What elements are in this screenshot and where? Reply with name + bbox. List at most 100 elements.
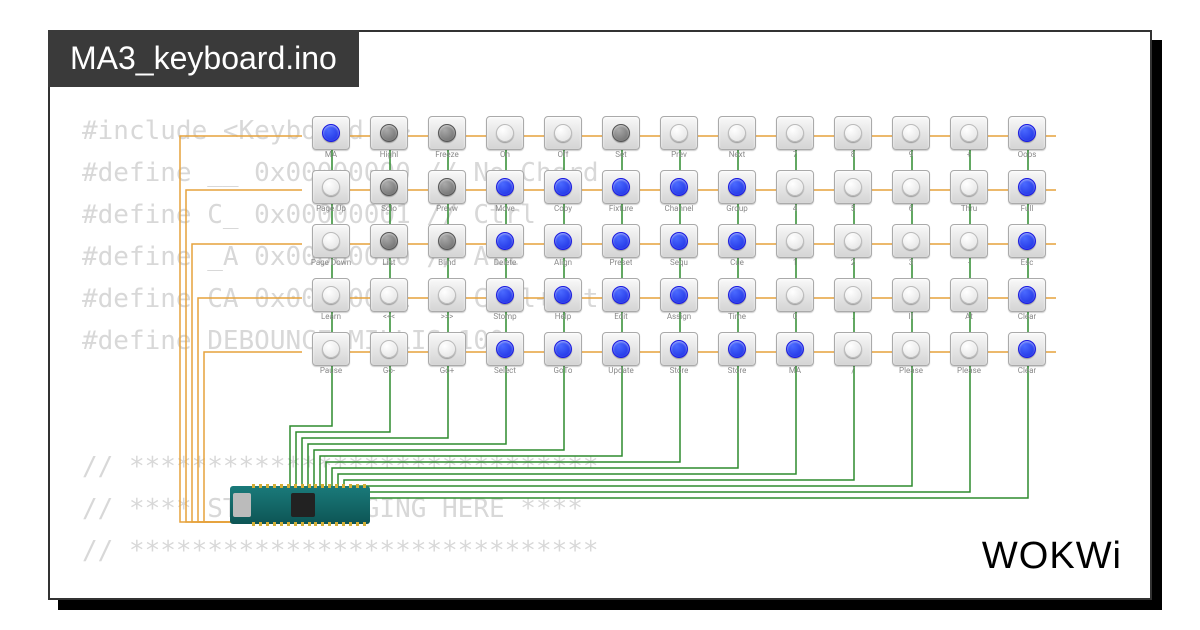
key-cap <box>1008 116 1046 150</box>
pushbutton[interactable]: Delete <box>476 224 534 278</box>
key-label: + <box>967 151 972 159</box>
mcu-pin <box>308 522 311 526</box>
pushbutton[interactable]: Select <box>476 332 534 386</box>
key-dot-icon <box>496 178 514 196</box>
key-cap <box>312 170 350 204</box>
pushbutton[interactable]: Learn <box>302 278 360 332</box>
pushbutton[interactable]: Sequ <box>650 224 708 278</box>
pushbutton[interactable]: / <box>824 332 882 386</box>
pushbutton[interactable]: Thru <box>940 170 998 224</box>
key-cap <box>892 224 930 258</box>
pushbutton[interactable]: Highl <box>360 116 418 170</box>
pushbutton[interactable]: Assign <box>650 278 708 332</box>
key-cap <box>660 116 698 150</box>
pushbutton[interactable]: Store <box>650 332 708 386</box>
pushbutton[interactable]: Page Up <box>302 170 360 224</box>
key-dot-icon <box>728 178 746 196</box>
pushbutton[interactable]: Help <box>534 278 592 332</box>
pushbutton[interactable]: 0 <box>766 278 824 332</box>
pushbutton[interactable]: 7 <box>766 116 824 170</box>
key-label: Prev <box>671 151 687 159</box>
mcu-pin <box>335 484 338 488</box>
pushbutton[interactable]: Go- <box>360 332 418 386</box>
pushbutton[interactable]: 3 <box>882 224 940 278</box>
microcontroller-board[interactable] <box>230 486 370 524</box>
pushbutton[interactable]: Clear <box>998 332 1056 386</box>
pushbutton[interactable]: 2 <box>824 224 882 278</box>
pushbutton[interactable]: Preset <box>592 224 650 278</box>
pushbutton[interactable]: Please <box>882 332 940 386</box>
pushbutton[interactable]: 6 <box>882 170 940 224</box>
pushbutton[interactable]: MA <box>302 116 360 170</box>
pushbutton[interactable]: Channel <box>650 170 708 224</box>
pushbutton[interactable]: At <box>940 278 998 332</box>
key-cap <box>1008 224 1046 258</box>
pushbutton[interactable]: Set <box>592 116 650 170</box>
pushbutton[interactable]: Page Down <box>302 224 360 278</box>
key-cap <box>544 278 582 312</box>
key-label: Next <box>729 151 746 159</box>
project-card: MA3_keyboard.ino #include <Keyboard.h> #… <box>48 30 1152 600</box>
pushbutton[interactable]: Copy <box>534 170 592 224</box>
pushbutton[interactable]: Blind <box>418 224 476 278</box>
pushbutton[interactable]: Oops <box>998 116 1056 170</box>
key-dot-icon <box>496 124 514 142</box>
pushbutton[interactable]: <<< <box>360 278 418 332</box>
pushbutton[interactable]: On <box>476 116 534 170</box>
pushbutton[interactable]: Store <box>708 332 766 386</box>
mcu-pin <box>328 484 331 488</box>
mcu-pin <box>321 484 324 488</box>
pushbutton[interactable]: Go+ <box>418 332 476 386</box>
key-label: Thru <box>961 205 977 213</box>
key-label: Assign <box>667 313 691 321</box>
pushbutton[interactable]: MA <box>766 332 824 386</box>
key-label: Preset <box>610 259 633 267</box>
pushbutton[interactable]: Move <box>476 170 534 224</box>
key-label: Highl <box>380 151 399 159</box>
pushbutton[interactable]: 8 <box>824 116 882 170</box>
pushbutton[interactable]: 1 <box>766 224 824 278</box>
pushbutton[interactable]: 9 <box>882 116 940 170</box>
pushbutton[interactable]: Esc <box>998 224 1056 278</box>
key-label: Full <box>1021 205 1034 213</box>
pushbutton[interactable]: 4 <box>766 170 824 224</box>
pushbutton[interactable]: Group <box>708 170 766 224</box>
pushbutton[interactable]: Clear <box>998 278 1056 332</box>
key-cap <box>892 170 930 204</box>
pushbutton[interactable]: Edit <box>592 278 650 332</box>
pushbutton[interactable]: Pause <box>302 332 360 386</box>
key-dot-icon <box>554 286 572 304</box>
pushbutton[interactable]: Prev <box>650 116 708 170</box>
pushbutton[interactable]: Off <box>534 116 592 170</box>
pushbutton[interactable]: Cue <box>708 224 766 278</box>
key-dot-icon <box>496 286 514 304</box>
key-dot-icon <box>612 340 630 358</box>
pushbutton[interactable]: 5 <box>824 170 882 224</box>
mcu-pin <box>273 484 276 488</box>
key-dot-icon <box>322 232 340 250</box>
pushbutton[interactable]: Time <box>708 278 766 332</box>
pushbutton[interactable]: Update <box>592 332 650 386</box>
pushbutton[interactable]: Next <box>708 116 766 170</box>
pushbutton[interactable]: If <box>882 278 940 332</box>
pushbutton[interactable]: Prevw <box>418 170 476 224</box>
key-cap <box>544 116 582 150</box>
pushbutton[interactable]: + <box>940 116 998 170</box>
key-row: Learn<<<>>>StompHelpEdit Assign Time0.IfAt… <box>302 278 1056 332</box>
pushbutton[interactable]: List <box>360 224 418 278</box>
pushbutton[interactable]: GoTo <box>534 332 592 386</box>
pushbutton[interactable]: Full <box>998 170 1056 224</box>
pushbutton[interactable]: Fixture <box>592 170 650 224</box>
key-cap <box>776 170 814 204</box>
pushbutton[interactable]: Stomp <box>476 278 534 332</box>
key-dot-icon <box>612 124 630 142</box>
pushbutton[interactable]: >>> <box>418 278 476 332</box>
key-label: Store <box>670 367 689 375</box>
pushbutton[interactable]: - <box>940 224 998 278</box>
pushbutton[interactable]: Please <box>940 332 998 386</box>
pushbutton[interactable]: Solo <box>360 170 418 224</box>
pushbutton[interactable]: . <box>824 278 882 332</box>
pushbutton[interactable]: Align <box>534 224 592 278</box>
pushbutton[interactable]: Freeze <box>418 116 476 170</box>
key-cap <box>602 116 640 150</box>
